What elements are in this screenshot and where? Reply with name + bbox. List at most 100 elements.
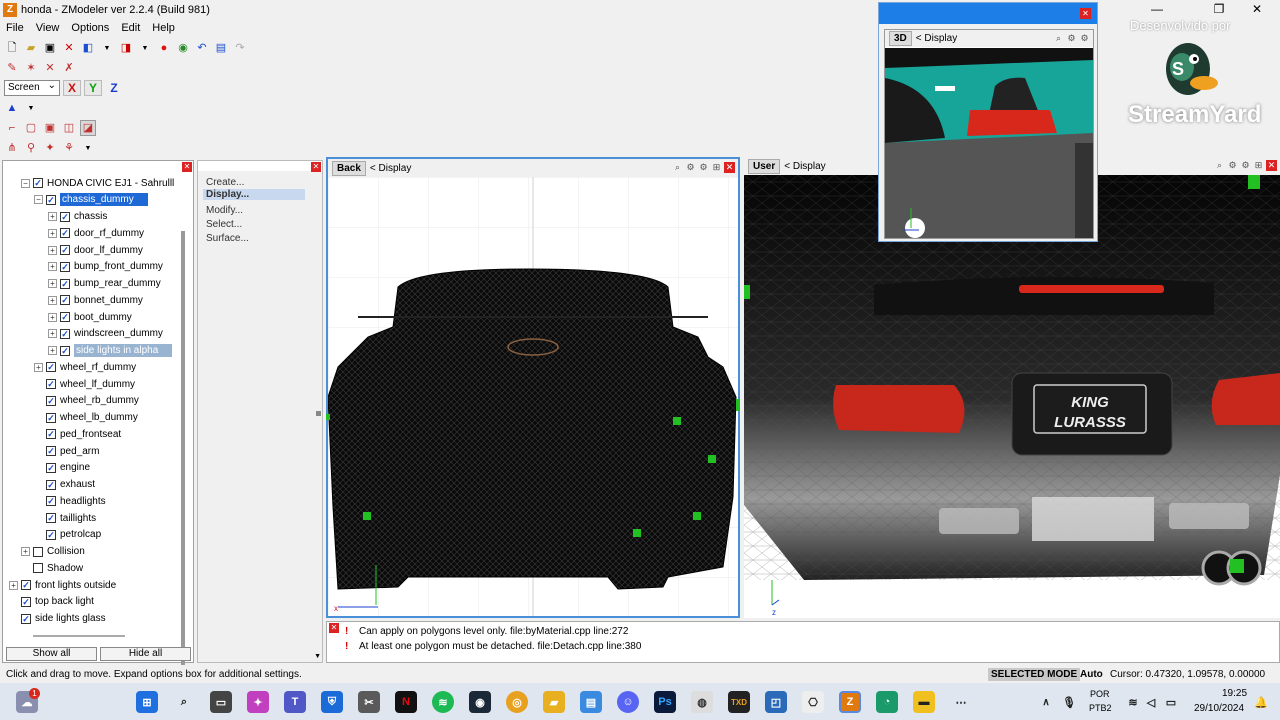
visibility-checkbox[interactable] [33,563,43,574]
close-icon[interactable]: ✕ [182,162,192,172]
option-select[interactable]: Select... [206,219,242,230]
copilot-icon[interactable]: ✦ [247,691,269,713]
record-icon[interactable]: ● [156,40,172,56]
expand-toggle-icon[interactable]: + [48,295,57,305]
visibility-checkbox[interactable]: ✓ [46,529,56,540]
visibility-checkbox[interactable]: ✓ [46,462,56,473]
paint-icon[interactable]: ✎ [4,60,20,76]
more-apps-icon[interactable]: ⋯ [950,691,972,713]
expand-toggle-icon[interactable]: + [21,547,30,556]
tree-node[interactable]: + ✓ chassis [48,209,107,225]
tree-node[interactable]: ✓ petrolcap [34,527,101,543]
pan-icon[interactable]: ⚙ [1079,33,1090,44]
expand-toggle-icon[interactable]: + [48,262,57,272]
visibility-checkbox[interactable]: ✓ [60,345,70,356]
chrome-icon[interactable]: ◎ [506,691,528,713]
new-file-icon[interactable]: 🗋 [4,40,20,56]
menu-edit[interactable]: Edit [115,22,146,34]
tree-node[interactable]: ✓ wheel_lb_dummy [34,410,138,426]
visibility-checkbox[interactable]: ✓ [46,362,56,373]
tree-node[interactable]: − ✓ chassis_dummy [34,192,148,208]
tree-node[interactable]: ✓ engine [34,460,90,476]
steam-icon[interactable]: ◉ [469,691,491,713]
dropdown-arrow-icon[interactable]: ▼ [80,140,96,156]
orbit-icon[interactable]: ⚙ [685,162,696,173]
snipping-tool-icon[interactable]: ✂ [358,691,380,713]
tree-node[interactable]: ✓ exhaust [34,477,95,493]
visibility-checkbox[interactable]: ✓ [60,295,70,306]
tree-node[interactable]: + ✓ door_rf_dummy [48,225,144,241]
dropdown-arrow-icon[interactable]: ▼ [23,100,39,116]
menu-help[interactable]: Help [146,22,181,34]
visibility-checkbox[interactable]: ✓ [46,479,56,490]
tree-node[interactable]: ✓ ped_arm [34,443,99,459]
link-icon[interactable]: ⚲ [23,140,39,156]
tree-node[interactable]: + ✓ wheel_rf_dummy [34,359,136,375]
axis-y-toggle[interactable]: Y [84,80,102,96]
file-explorer-icon[interactable]: ▰ [543,691,565,713]
visibility-checkbox[interactable]: ✓ [46,395,56,406]
close-viewport-icon[interactable]: ✕ [724,162,735,173]
floating-window-titlebar[interactable] [879,3,1097,24]
close-viewport-icon[interactable]: ✕ [1266,160,1277,171]
document-icon[interactable]: ▤ [213,40,229,56]
clock-time[interactable]: 19:25 [1222,688,1247,699]
shading-drop-icon[interactable]: ▲ [4,100,20,116]
close-icon[interactable]: ✕ [329,623,339,633]
expand-toggle-icon[interactable]: + [9,580,18,590]
display-mode-label[interactable]: < Display [916,33,957,44]
orbit-icon[interactable]: ⚙ [1066,33,1077,44]
maximize-viewport-icon[interactable]: ⊞ [711,162,722,173]
tree-node[interactable]: ✓ taillights [34,510,96,526]
option-modify[interactable]: Modify... [206,205,243,216]
visibility-checkbox[interactable]: ✓ [46,429,56,440]
task-view-icon[interactable]: ▭ [210,691,232,713]
visibility-checkbox[interactable]: ✓ [60,312,70,322]
expand-toggle-icon[interactable]: + [48,329,57,339]
import-icon[interactable]: ◨ [118,40,134,56]
expand-toggle-icon[interactable]: + [48,312,57,322]
vertex-tool-icon[interactable]: ✶ [23,60,39,76]
tree-node[interactable]: ✓ headlights [34,493,106,509]
select-polygon-icon[interactable]: ◪ [80,120,96,136]
tree-node[interactable]: Shadow [21,560,83,576]
select-object-icon[interactable]: ◫ [61,120,77,136]
visibility-checkbox[interactable]: ✓ [21,596,31,607]
tree-node[interactable]: + ✓ bump_rear_dummy [48,276,161,292]
merge-icon[interactable]: ◧ [80,40,96,56]
scroll-down-icon[interactable]: ▼ [314,653,321,660]
redo-icon[interactable]: ↷ [232,40,248,56]
save-icon[interactable]: ▣ [42,40,58,56]
tree-node[interactable]: + ✓ side lights in alpha [48,343,173,359]
start-icon[interactable]: ⊞ [136,691,158,713]
viewport-3d[interactable]: 3D < Display ⌕ ⚙ ⚙ [884,29,1094,239]
notepad-icon[interactable]: ▤ [580,691,602,713]
tree-node[interactable]: − ✓ HONDA CIVIC EJ1 - Sahrulll [21,175,174,191]
visibility-checkbox[interactable]: ✓ [46,379,56,389]
visibility-checkbox[interactable]: ✓ [60,278,70,289]
close-icon[interactable]: ✕ [311,162,321,172]
zoom-icon[interactable]: ⌕ [672,162,683,173]
tree-node[interactable]: ✓ side lights glass [9,611,106,627]
tree-node[interactable]: + ✓ bonnet_dummy [48,292,143,308]
show-all-button[interactable]: Show all [6,647,97,661]
visibility-checkbox[interactable] [33,546,43,557]
app-icon[interactable]: ◍ [691,691,713,713]
volume-icon[interactable]: ◁ [1140,691,1162,713]
netflix-icon[interactable]: N [395,691,417,713]
expand-toggle-icon[interactable]: + [34,362,43,372]
select-vertex-icon[interactable]: ⌐ [4,120,20,136]
tree-node[interactable]: + ✓ front lights outside [9,577,116,593]
tree-scrollbar[interactable] [181,231,185,671]
zoom-icon[interactable]: ⌕ [1053,33,1064,44]
battery-icon[interactable]: ▭ [1160,691,1182,713]
visibility-checkbox[interactable]: ✓ [60,245,70,255]
txd-workshop-icon[interactable]: TXD [728,691,750,713]
viewport-tag-back[interactable]: Back [332,160,366,176]
expand-toggle-icon[interactable]: + [48,245,57,255]
dropdown-arrow-icon[interactable]: ▼ [137,40,153,56]
pan-icon[interactable]: ⚙ [698,162,709,173]
app-icon[interactable]: ⎔ [802,691,824,713]
clock-date[interactable]: 29/10/2024 [1194,703,1244,714]
expand-toggle-icon[interactable]: + [48,279,57,288]
